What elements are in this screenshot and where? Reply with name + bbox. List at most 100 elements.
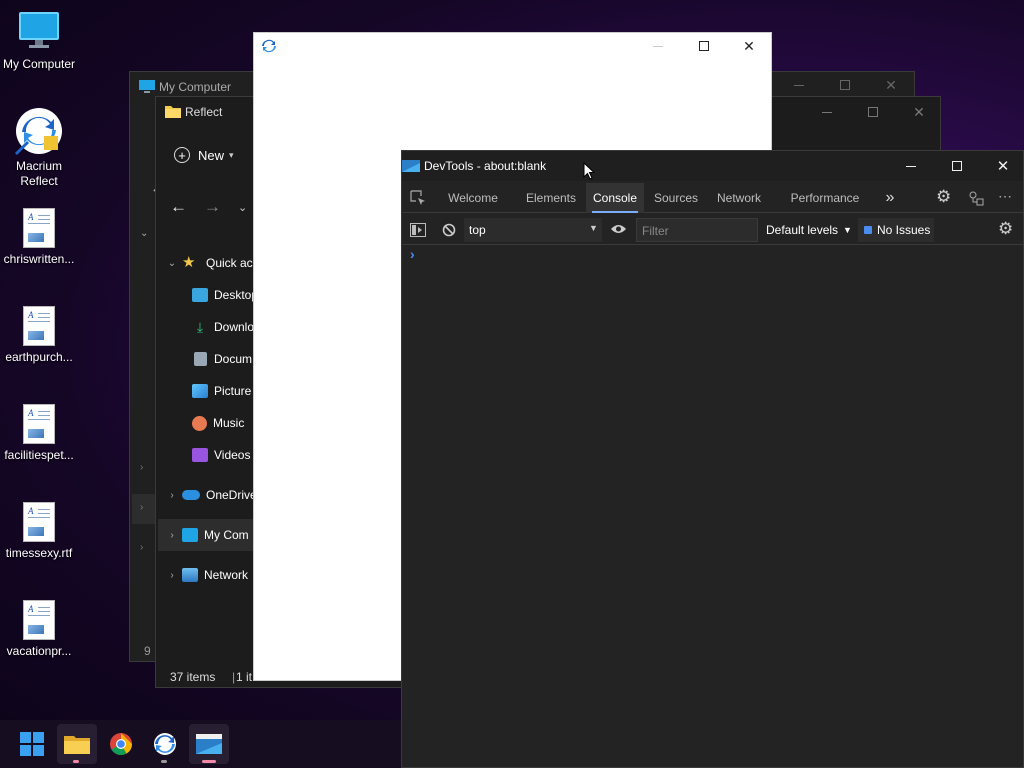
chevron-right-icon[interactable]: ›: [140, 502, 143, 513]
tab-performance[interactable]: Performance: [782, 183, 868, 213]
videos-icon: [192, 448, 208, 462]
desktop-icon-label: facilitiespet...: [4, 448, 74, 462]
nav-item-label: Docum: [214, 352, 253, 366]
desktop-icon-label: timessexy.rtf: [5, 546, 73, 560]
status-item-count: 37 items: [170, 670, 216, 684]
nav-item-pictures[interactable]: Picture: [192, 375, 251, 407]
nav-item-videos[interactable]: Videos: [192, 439, 250, 471]
desktop-icon-file[interactable]: A timessexy.rtf: [0, 502, 78, 561]
status-selected: 1 it: [236, 670, 253, 684]
selected-row: [132, 494, 156, 524]
nav-item-documents[interactable]: Docum: [192, 343, 252, 375]
monitor-icon: [139, 80, 155, 93]
minimize-button[interactable]: [888, 151, 934, 181]
window-title: DevTools - about:blank: [424, 159, 547, 173]
title-bar: DevTools - about:blank ✕: [402, 151, 1023, 181]
inspect-element-icon[interactable]: [410, 190, 426, 206]
maximize-icon: [868, 107, 878, 117]
nav-item-music[interactable]: Music: [192, 407, 244, 439]
nav-item-network[interactable]: › Network: [162, 559, 248, 591]
chevron-down-icon[interactable]: ⌄: [140, 228, 148, 239]
download-icon: ⤓: [196, 319, 204, 335]
desktop-icon-file[interactable]: A earthpurch...: [0, 306, 78, 365]
issues-icon: [864, 226, 872, 234]
filter-input[interactable]: Filter: [636, 218, 758, 242]
desktop-icon-file[interactable]: A vacationpr...: [0, 600, 78, 659]
taskbar-devtools[interactable]: [189, 724, 229, 764]
devtools-window: DevTools - about:blank ✕ Welcome Element…: [401, 150, 1024, 768]
customize-icon[interactable]: [968, 190, 985, 207]
console-settings-gear-icon[interactable]: ⚙: [998, 219, 1013, 239]
tab-sources[interactable]: Sources: [648, 183, 704, 213]
chevron-down-icon: ⌄: [167, 257, 177, 269]
minimize-icon: [794, 84, 804, 86]
forward-button[interactable]: →: [204, 197, 221, 217]
tab-console[interactable]: Console: [586, 183, 644, 213]
desktop-icon-macrium-reflect[interactable]: Macrium Reflect: [0, 106, 78, 189]
minimize-button[interactable]: [804, 97, 850, 127]
star-icon: ★: [182, 254, 196, 271]
settings-gear-icon[interactable]: ⚙: [936, 187, 951, 207]
tab-network[interactable]: Network: [710, 183, 768, 213]
window-title: My Computer: [159, 80, 232, 94]
desktop-icon-my-computer[interactable]: My Computer: [0, 10, 78, 72]
nav-item-onedrive[interactable]: › OneDrive: [162, 479, 257, 511]
chevron-right-icon[interactable]: ›: [140, 462, 143, 473]
folder-icon: [165, 106, 181, 118]
nav-item-label: Downlo: [214, 320, 255, 334]
context-selector[interactable]: top ▼: [464, 218, 602, 242]
nav-item-downloads[interactable]: ⤓ Downlo: [192, 311, 254, 343]
maximize-button[interactable]: [850, 97, 896, 127]
nav-item-label: Videos: [214, 448, 251, 462]
nav-item-label: Desktop: [214, 288, 259, 302]
live-expression-eye-icon[interactable]: [610, 223, 627, 235]
tab-elements[interactable]: Elements: [518, 183, 584, 213]
nav-item-label: OneDrive: [206, 488, 257, 502]
close-button[interactable]: ✕: [896, 97, 942, 127]
nav-item-desktop[interactable]: Desktop: [192, 279, 258, 311]
maximize-icon: [952, 161, 962, 171]
console-prompt: ›: [410, 246, 415, 262]
issues-label: No Issues: [877, 223, 931, 237]
document-icon: A: [23, 306, 55, 346]
desktop-icon-label: vacationpr...: [6, 644, 72, 658]
log-levels-dropdown[interactable]: Default levels ▼: [766, 218, 852, 242]
clear-console-icon[interactable]: [442, 223, 456, 237]
new-button-label: New: [198, 147, 225, 163]
taskbar-file-explorer[interactable]: [57, 724, 97, 764]
window-title: Reflect: [185, 105, 223, 119]
context-selector-value: top: [469, 223, 486, 237]
nav-item-label: My Com: [204, 528, 249, 542]
pictures-icon: [192, 384, 208, 398]
taskbar-macrium-reflect[interactable]: [145, 724, 185, 764]
chevron-right-icon[interactable]: ›: [140, 542, 143, 553]
more-options-icon[interactable]: ⋯: [998, 188, 1013, 205]
desktop-folder-icon: [192, 288, 208, 302]
nav-item-quick-access[interactable]: ⌄ ★ Quick ac: [162, 247, 253, 279]
desktop-icon-file[interactable]: A facilitiespet...: [0, 404, 78, 463]
maximize-button[interactable]: [681, 33, 727, 59]
document-icon: A: [23, 502, 55, 542]
close-button[interactable]: ✕: [726, 33, 772, 59]
maximize-icon: [840, 80, 850, 90]
document-icon: A: [23, 404, 55, 444]
status-separator: |: [232, 670, 236, 684]
recent-locations-button[interactable]: ⌄: [238, 201, 247, 214]
back-button[interactable]: ←: [170, 197, 187, 217]
nav-item-my-computer[interactable]: › My Com: [158, 519, 254, 551]
maximize-button[interactable]: [934, 151, 980, 181]
chevron-right-icon: ›: [170, 569, 174, 581]
new-button[interactable]: + New ▾: [174, 143, 234, 167]
close-button[interactable]: ✕: [980, 151, 1024, 181]
start-button[interactable]: [12, 724, 52, 764]
issues-button[interactable]: No Issues: [858, 218, 934, 242]
more-tabs-button[interactable]: »: [878, 183, 902, 213]
monitor-icon: [19, 12, 59, 48]
sidebar-toggle-icon[interactable]: [410, 223, 426, 237]
minimize-button[interactable]: [635, 33, 681, 59]
console-output[interactable]: ›: [402, 246, 1023, 766]
taskbar-chrome[interactable]: [101, 724, 141, 764]
folder-icon: [64, 736, 90, 754]
desktop-icon-file[interactable]: A chriswritten...: [0, 208, 78, 267]
tab-welcome[interactable]: Welcome: [440, 183, 506, 213]
